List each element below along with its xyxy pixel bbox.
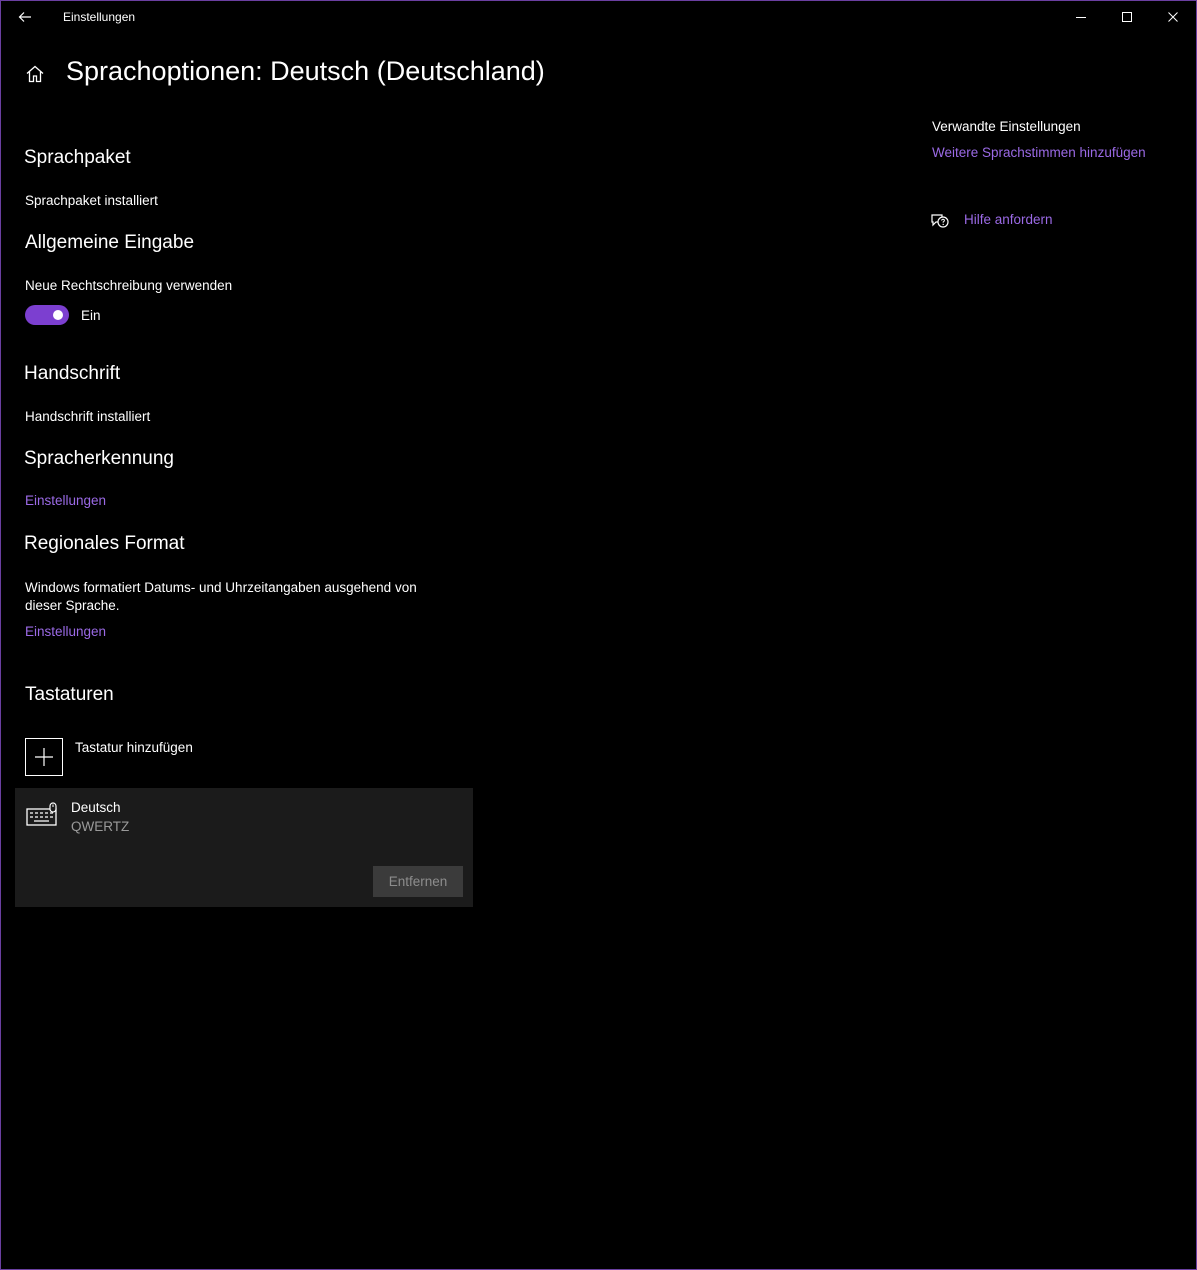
handwriting-heading: Handschrift [24,363,121,384]
maximize-button[interactable] [1104,0,1150,34]
toggle-state-label: Ein [81,308,101,323]
add-keyboard-label[interactable]: Tastatur hinzufügen [75,739,193,757]
more-voices-link[interactable]: Weitere Sprachstimmen hinzufügen [932,145,1146,160]
plus-icon [35,748,53,766]
back-button[interactable] [2,0,48,34]
minimize-icon [1076,17,1086,18]
keyboards-heading: Tastaturen [25,684,114,705]
help-chat-icon [931,214,949,228]
help-link[interactable]: Hilfe anfordern [964,212,1053,227]
back-arrow-icon [18,12,31,22]
keyboard-list-item[interactable]: Deutsch QWERTZ Entfernen [15,788,473,907]
regional-format-heading: Regionales Format [24,533,185,554]
home-button[interactable] [22,60,48,88]
regional-format-settings-link[interactable]: Einstellungen [25,624,106,639]
spelling-setting-label: Neue Rechtschreibung verwenden [25,278,233,293]
home-icon [26,65,44,83]
remove-keyboard-button[interactable]: Entfernen [373,866,463,897]
toggle-knob [53,310,63,320]
page-title: Sprachoptionen: Deutsch (Deutschland) [66,56,545,86]
window-frame [0,0,1197,1270]
keyboard-icon [26,802,57,826]
minimize-button[interactable] [1058,0,1104,34]
related-settings-heading: Verwandte Einstellungen [932,119,1081,134]
language-pack-status: Sprachpaket installiert [25,193,158,208]
close-button[interactable] [1150,0,1196,34]
speech-heading: Spracherkennung [24,448,174,469]
add-keyboard-button[interactable] [25,738,63,776]
regional-format-description: Windows formatiert Datums- und Uhrzeitan… [25,580,417,613]
spelling-toggle[interactable] [25,305,69,325]
language-pack-heading: Sprachpaket [24,147,131,168]
keyboard-name: Deutsch [71,800,121,815]
close-icon [1168,12,1178,22]
handwriting-status: Handschrift installiert [25,409,151,424]
maximize-icon [1122,12,1132,22]
window-title: Einstellungen [63,10,136,24]
general-input-heading: Allgemeine Eingabe [25,232,195,253]
keyboard-layout: QWERTZ [71,819,130,834]
speech-settings-link[interactable]: Einstellungen [25,493,106,508]
